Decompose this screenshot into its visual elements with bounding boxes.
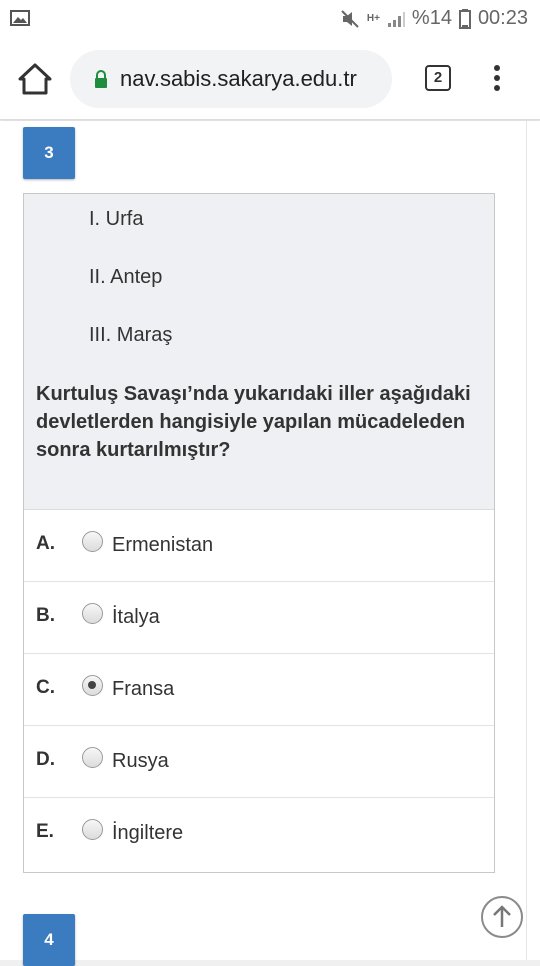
option-letter: B. — [36, 605, 55, 626]
option-letter: E. — [36, 821, 54, 842]
status-bar: H+ %14 00:23 — [0, 0, 540, 38]
url-text: nav.sabis.sakarya.edu.tr — [120, 66, 357, 91]
option-b[interactable]: B. İtalya — [24, 582, 494, 654]
mute-icon — [341, 9, 359, 28]
network-type-icon: H+ — [366, 12, 380, 24]
option-text: Rusya — [112, 750, 169, 772]
scroll-to-top-button[interactable] — [481, 896, 523, 938]
signal-icon — [387, 11, 405, 27]
lock-icon — [95, 70, 107, 88]
option-c[interactable]: C. Fransa — [24, 654, 494, 726]
next-question-number-badge[interactable]: 4 — [23, 914, 75, 966]
radio-button[interactable] — [82, 531, 103, 552]
option-text: İngiltere — [112, 822, 184, 844]
option-text: Fransa — [112, 678, 175, 700]
option-a[interactable]: A. Ermenistan — [24, 510, 494, 582]
radio-button[interactable] — [82, 819, 103, 840]
radio-button[interactable] — [82, 747, 103, 768]
option-d[interactable]: D. Rusya — [24, 726, 494, 798]
battery-icon — [458, 8, 471, 29]
tab-switcher-button[interactable]: 2 — [425, 65, 451, 91]
question-text: Kurtuluş Savaşı’nda yukarıdaki iller aşa… — [36, 383, 471, 461]
exam-page: 3 I. Urfa II. Antep III. Maraş Kurtuluş … — [0, 121, 540, 966]
option-text: İtalya — [112, 606, 160, 628]
image-notification-icon — [10, 10, 30, 26]
option-e[interactable]: E. İngiltere — [24, 798, 494, 870]
more-menu-icon[interactable] — [490, 65, 504, 95]
option-letter: A. — [36, 533, 55, 554]
radio-button[interactable] — [82, 603, 103, 624]
question-number-badge[interactable]: 3 — [23, 127, 75, 179]
question-card: I. Urfa II. Antep III. Maraş Kurtuluş Sa… — [23, 193, 495, 873]
stem-item: I. Urfa — [89, 208, 144, 230]
stem-item: III. Maraş — [89, 324, 173, 346]
clock: 00:23 — [477, 7, 528, 29]
arrow-up-icon — [493, 905, 511, 927]
option-letter: D. — [36, 749, 55, 770]
battery-percent: %14 — [411, 7, 452, 29]
stem-item: II. Antep — [89, 266, 163, 288]
home-icon[interactable] — [18, 62, 52, 96]
option-letter: C. — [36, 677, 55, 698]
question-stem: I. Urfa II. Antep III. Maraş Kurtuluş Sa… — [24, 194, 494, 510]
browser-toolbar: nav.sabis.sakarya.edu.tr 2 — [0, 38, 540, 120]
radio-button-selected[interactable] — [82, 675, 103, 696]
address-bar[interactable]: nav.sabis.sakarya.edu.tr — [70, 50, 392, 108]
option-text: Ermenistan — [112, 534, 214, 556]
